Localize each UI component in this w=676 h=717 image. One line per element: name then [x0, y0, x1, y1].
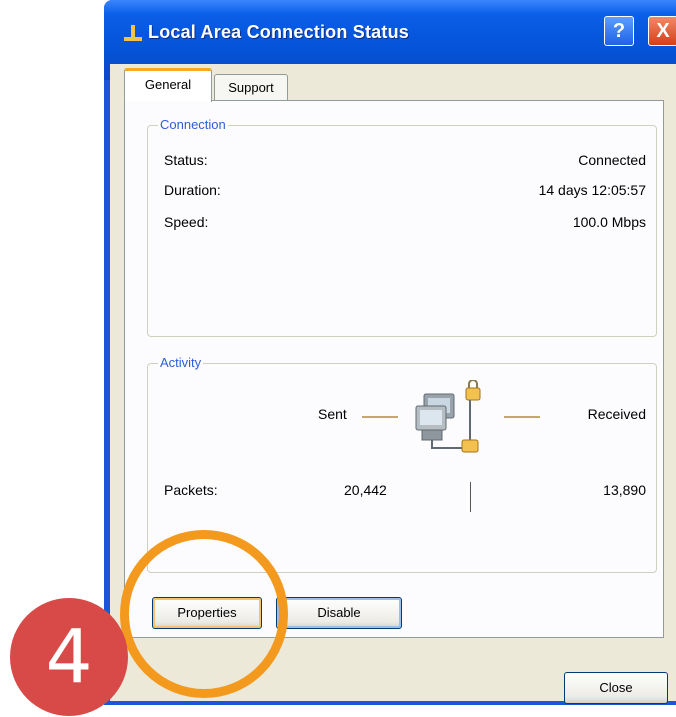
received-line	[504, 416, 540, 418]
status-value: Connected	[578, 152, 646, 168]
connection-group-label: Connection	[158, 117, 228, 132]
received-label: Received	[587, 406, 646, 422]
connection-group: Connection Status: Connected Duration: 1…	[147, 117, 657, 337]
tab-general[interactable]: General	[124, 68, 212, 102]
step-number-badge: 4	[10, 598, 128, 716]
activity-group-label: Activity	[158, 355, 204, 370]
disable-button[interactable]: Disable	[276, 597, 402, 629]
duration-value: 14 days 12:05:57	[538, 182, 646, 198]
network-computers-icon	[415, 380, 481, 453]
packets-sent-value: 20,442	[344, 482, 387, 498]
highlight-ring	[120, 530, 288, 698]
tab-support[interactable]: Support	[214, 74, 288, 102]
packets-received-value: 13,890	[603, 482, 646, 498]
window-title: Local Area Connection Status	[148, 22, 409, 42]
title-close-button[interactable]: X	[648, 16, 676, 46]
help-button[interactable]: ?	[604, 16, 634, 46]
status-label: Status:	[164, 152, 208, 168]
sent-line	[362, 416, 398, 418]
speed-value: 100.0 Mbps	[572, 214, 646, 230]
sent-label: Sent	[318, 406, 347, 422]
activity-divider	[470, 482, 471, 512]
close-button[interactable]: Close	[564, 672, 668, 704]
speed-label: Speed:	[164, 214, 209, 230]
packets-label: Packets:	[164, 482, 218, 498]
network-connection-icon	[124, 25, 142, 41]
duration-label: Duration:	[164, 182, 221, 198]
